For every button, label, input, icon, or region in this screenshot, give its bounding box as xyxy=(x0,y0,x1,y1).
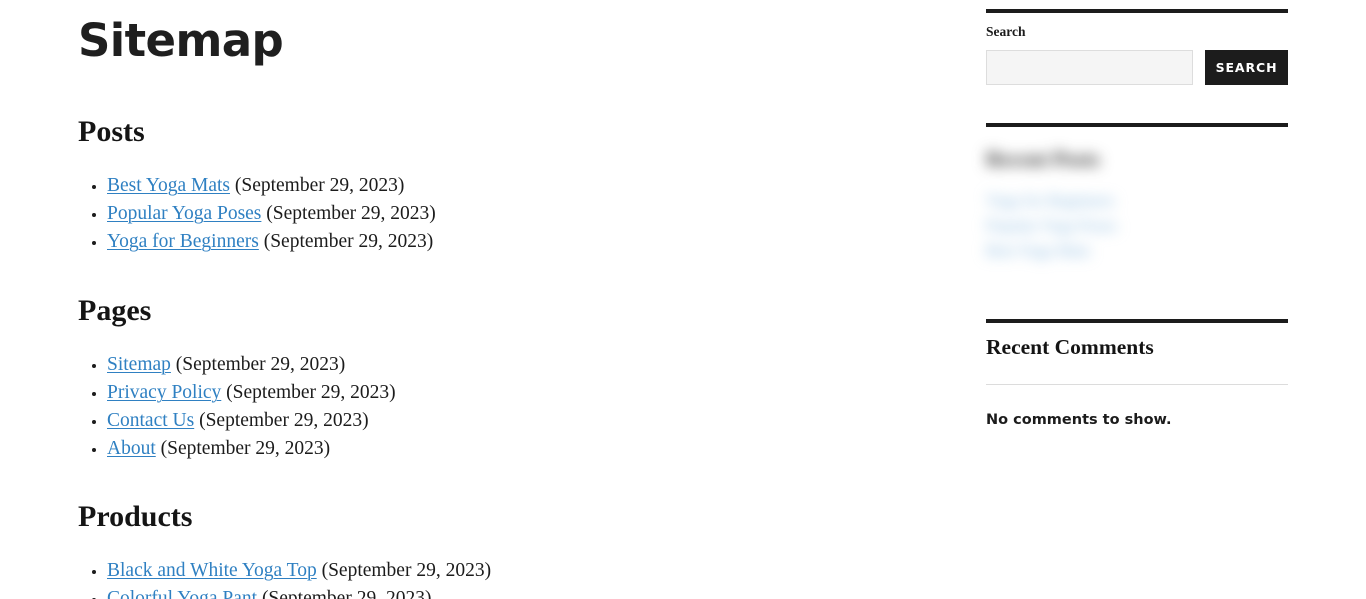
page-title: Sitemap xyxy=(78,14,284,67)
recent-posts-widget: Recent Posts Yoga for Beginners Popular … xyxy=(986,123,1288,275)
list-item[interactable]: Yoga for Beginners xyxy=(986,188,1288,213)
section-heading-pages: Pages xyxy=(78,294,152,328)
sidebar: Search Search Recent Posts Yoga for Begi… xyxy=(986,0,1288,430)
list-item: Colorful Yoga Pant (September 29, 2023) xyxy=(107,585,900,599)
entry-date: (September 29, 2023) xyxy=(263,231,434,253)
product-link-black-and-white-yoga-top[interactable]: Black and White Yoga Top xyxy=(107,560,317,581)
entry-date: (September 29, 2023) xyxy=(321,560,492,582)
post-link-popular-yoga-poses[interactable]: Popular Yoga Poses xyxy=(107,203,261,224)
search-label: Search xyxy=(986,24,1026,39)
recent-comments-heading: Recent Comments xyxy=(986,335,1154,360)
entry-date: (September 29, 2023) xyxy=(261,588,432,599)
posts-list: Best Yoga Mats (September 29, 2023) Popu… xyxy=(78,150,900,256)
list-item: Yoga for Beginners (September 29, 2023) xyxy=(107,228,900,256)
main-content: Sitemap Posts Best Yoga Mats (September … xyxy=(0,0,900,599)
list-item: Sitemap (September 29, 2023) xyxy=(107,351,900,379)
recent-posts-heading: Recent Posts xyxy=(986,147,1100,172)
recent-posts-list: Yoga for Beginners Popular Yoga Poses Be… xyxy=(986,188,1288,263)
search-button[interactable]: Search xyxy=(1204,50,1288,86)
page-link-privacy-policy[interactable]: Privacy Policy xyxy=(107,382,221,403)
no-comments-message: No comments to show. xyxy=(986,411,1172,428)
page-link-sitemap[interactable]: Sitemap xyxy=(107,354,171,375)
list-item: About (September 29, 2023) xyxy=(107,435,900,463)
blurred-content: Recent Posts Yoga for Beginners Popular … xyxy=(986,147,1288,263)
list-item[interactable]: Popular Yoga Poses xyxy=(986,213,1288,238)
list-item: Best Yoga Mats (September 29, 2023) xyxy=(107,172,900,200)
entry-date: (September 29, 2023) xyxy=(175,354,346,376)
product-link-colorful-yoga-pant[interactable]: Colorful Yoga Pant xyxy=(107,588,257,599)
list-item: Black and White Yoga Top (September 29, … xyxy=(107,557,900,585)
section-heading-posts: Posts xyxy=(78,115,145,149)
recent-comments-widget: Recent Comments No comments to show. xyxy=(986,319,1288,430)
entry-date: (September 29, 2023) xyxy=(160,438,331,460)
entry-date: (September 29, 2023) xyxy=(266,203,436,225)
list-item[interactable]: Best Yoga Mats xyxy=(986,238,1288,263)
sitemap-page: Sitemap Posts Best Yoga Mats (September … xyxy=(0,0,1366,599)
products-list: Black and White Yoga Top (September 29, … xyxy=(78,535,900,599)
entry-date: (September 29, 2023) xyxy=(226,382,396,404)
search-input[interactable] xyxy=(986,50,1193,86)
entry-date: (September 29, 2023) xyxy=(234,175,405,197)
list-item: Privacy Policy (September 29, 2023) xyxy=(107,379,900,407)
comments-divider xyxy=(986,383,1288,385)
post-link-yoga-for-beginners[interactable]: Yoga for Beginners xyxy=(107,231,259,252)
post-link-best-yoga-mats[interactable]: Best Yoga Mats xyxy=(107,175,230,196)
page-link-about[interactable]: About xyxy=(107,438,156,459)
pages-list: Sitemap (September 29, 2023) Privacy Pol… xyxy=(78,329,900,463)
page-link-contact-us[interactable]: Contact Us xyxy=(107,410,194,431)
search-widget: Search Search xyxy=(986,9,1288,86)
list-item: Popular Yoga Poses (September 29, 2023) xyxy=(107,200,900,228)
list-item: Contact Us (September 29, 2023) xyxy=(107,407,900,435)
entry-date: (September 29, 2023) xyxy=(199,410,369,432)
section-heading-products: Products xyxy=(78,500,193,534)
search-row: Search xyxy=(986,50,1288,86)
